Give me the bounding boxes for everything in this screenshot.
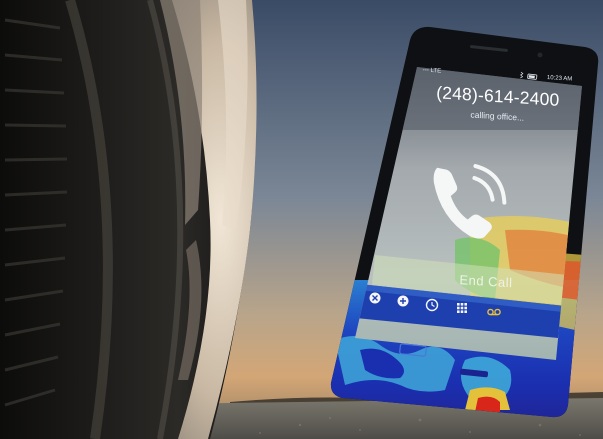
tire bbox=[0, 0, 257, 439]
background-photo bbox=[0, 0, 603, 439]
close-circle-icon[interactable] bbox=[369, 292, 381, 304]
keypad-icon[interactable] bbox=[457, 303, 467, 313]
scene: ◦◦◦ LTE 10:23 AM (248)-614-2400 calling … bbox=[0, 0, 603, 439]
add-circle-icon[interactable] bbox=[397, 295, 409, 307]
